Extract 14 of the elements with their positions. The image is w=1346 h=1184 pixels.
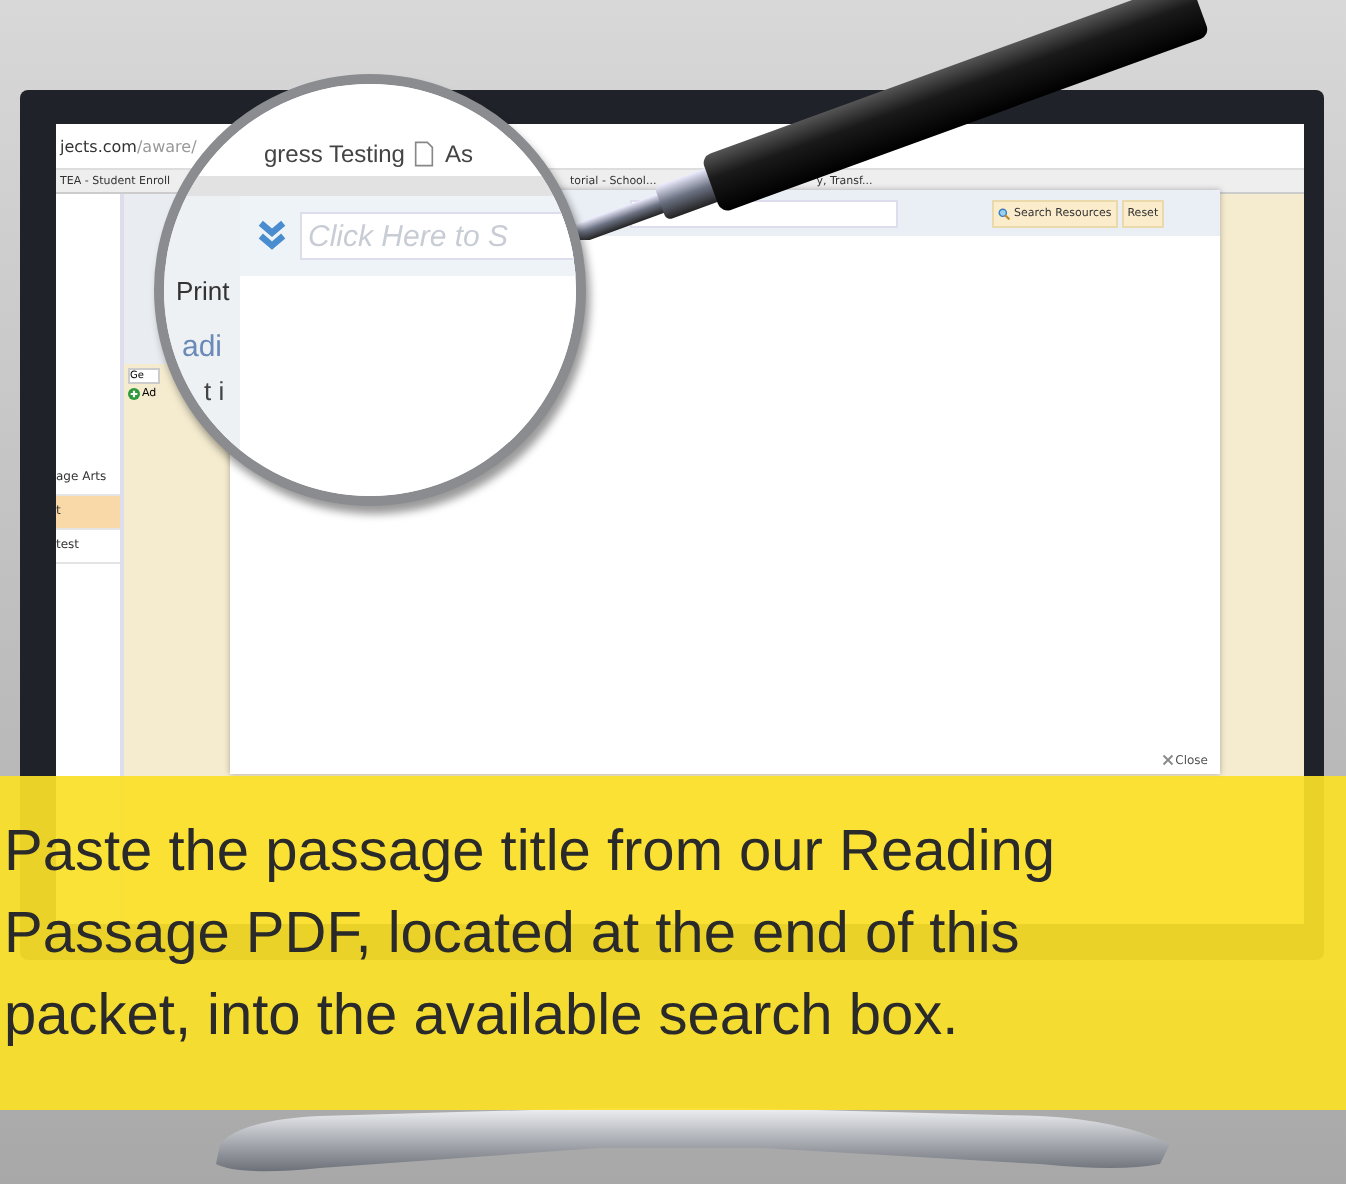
print-label: Print: [176, 276, 232, 306]
body-text: t i: [204, 376, 227, 406]
plus-icon: [128, 388, 140, 400]
double-chevron-down-icon[interactable]: [256, 220, 288, 252]
address-text[interactable]: jects.com/aware/: [60, 137, 197, 155]
caption-text: Passage PDF, located at the end of this: [4, 900, 1022, 970]
close-icon: [1161, 754, 1174, 766]
heading-text: adi: [182, 330, 225, 364]
browser-tab[interactable]: gress Testing: [264, 140, 405, 168]
caption-text: Paste the passage title from our Reading: [4, 818, 1058, 888]
document-icon: [414, 140, 435, 168]
caption-text: packet, into the available search box.: [4, 982, 961, 1052]
search-icon: [998, 207, 1010, 219]
browser-tab[interactable]: As: [444, 140, 473, 168]
